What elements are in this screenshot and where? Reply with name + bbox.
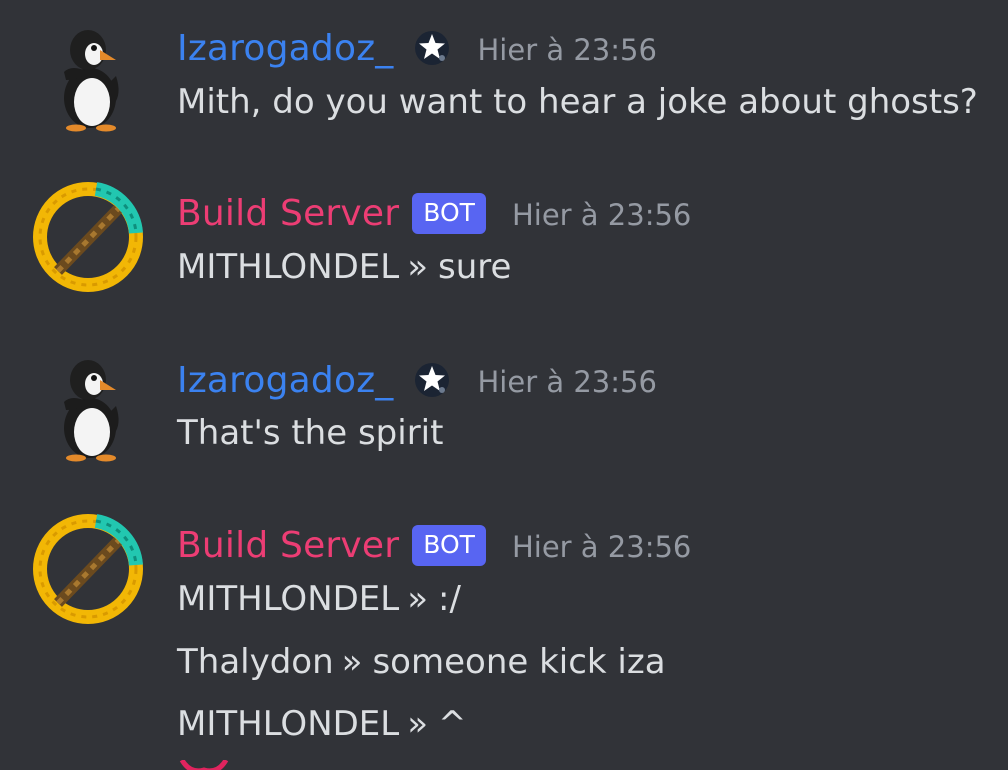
message-text: :/ <box>438 579 461 619</box>
message-header: Build Server BOT Hier à 23:56 <box>177 517 691 573</box>
avatar-build-server[interactable] <box>30 511 146 627</box>
bot-tag: BOT <box>412 524 486 566</box>
message-text: That's the spirit <box>177 413 444 453</box>
timestamp[interactable]: Hier à 23:56 <box>478 365 657 399</box>
message-text: someone kick iza <box>372 642 666 682</box>
message-text: sure <box>438 247 512 287</box>
penguin-icon <box>64 360 119 462</box>
timestamp[interactable]: Hier à 23:56 <box>478 33 657 67</box>
message-content: Mith, do you want to hear a joke about g… <box>177 80 978 124</box>
message-content: MITHLONDEL» sure <box>177 245 511 289</box>
separator: » <box>407 247 429 287</box>
relayed-speaker: Thalydon <box>177 642 334 682</box>
relayed-speaker: MITHLONDEL <box>177 247 400 287</box>
bot-tag: BOT <box>412 192 486 234</box>
message-header: Izarogadoz_ Hier à 23:56 <box>177 352 657 408</box>
chat-message-list: Izarogadoz_ Hier à 23:56 Mith, do you wa… <box>0 0 1008 770</box>
message-header: Izarogadoz_ Hier à 23:56 <box>177 20 657 76</box>
username[interactable]: Izarogadoz_ <box>177 360 394 401</box>
message-text: ^ <box>438 704 467 744</box>
message-content: MITHLONDEL» ^ <box>177 702 467 746</box>
message-content: That's the spirit <box>177 411 443 455</box>
separator: » <box>407 579 429 619</box>
separator: » <box>407 704 429 744</box>
relayed-speaker: MITHLONDEL <box>177 704 400 744</box>
message-header: Build Server BOT Hier à 23:56 <box>177 185 691 241</box>
star-badge-icon[interactable] <box>412 28 452 68</box>
relayed-speaker: MITHLONDEL <box>177 579 400 619</box>
pickaxe-ring-icon <box>33 514 143 624</box>
message-content: MITHLONDEL»:/ <box>177 577 461 621</box>
username[interactable]: Izarogadoz_ <box>177 28 394 69</box>
message-text: Mith, do you want to hear a joke about g… <box>177 82 978 122</box>
timestamp[interactable]: Hier à 23:56 <box>512 530 691 564</box>
timestamp[interactable]: Hier à 23:56 <box>512 198 691 232</box>
star-badge-icon[interactable] <box>412 360 452 400</box>
penguin-icon <box>64 30 119 132</box>
avatar-build-server[interactable] <box>30 179 146 295</box>
username[interactable]: Build Server <box>177 525 399 566</box>
avatar-penguin[interactable] <box>30 20 146 136</box>
pickaxe-ring-icon <box>33 182 143 292</box>
reaction-emoji-icon[interactable] <box>178 760 230 770</box>
separator: » <box>341 642 363 682</box>
message-content: Thalydon» someone kick iza <box>177 640 666 684</box>
username[interactable]: Build Server <box>177 193 399 234</box>
avatar-penguin[interactable] <box>30 350 146 466</box>
